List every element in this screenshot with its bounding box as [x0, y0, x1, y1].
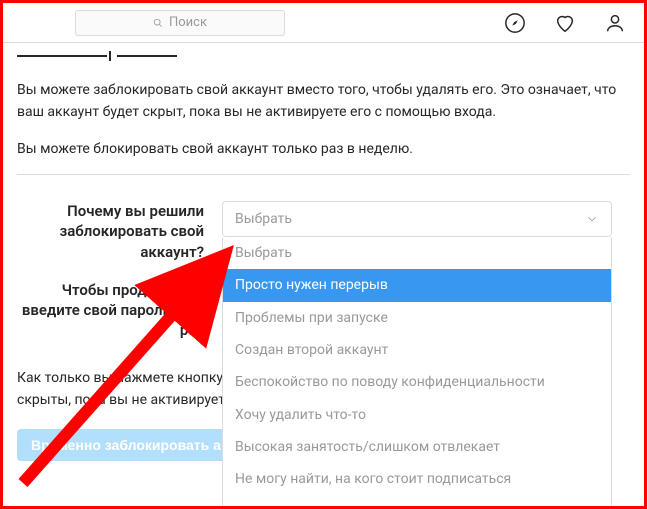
dropdown-option[interactable]: Слишком много рекламы [223, 496, 611, 509]
profile-icon[interactable] [604, 12, 626, 34]
reason-dropdown: ВыбратьПросто нужен перерывПроблемы при … [222, 237, 612, 509]
dropdown-option[interactable]: Высокая занятость/слишком отвлекает [223, 431, 611, 463]
page-heading-truncated [17, 49, 630, 65]
search-icon [153, 18, 163, 28]
top-bar: Поиск [3, 3, 644, 43]
dropdown-option[interactable]: Не могу найти, на кого стоит подписаться [223, 463, 611, 495]
dropdown-option[interactable]: Проблемы при запуске [223, 302, 611, 334]
nav-icons [504, 12, 626, 34]
search-input[interactable]: Поиск [75, 10, 285, 36]
search-placeholder: Поиск [169, 15, 207, 30]
dropdown-option[interactable]: Хочу удалить что-то [223, 399, 611, 431]
select-placeholder: Выбрать [235, 211, 292, 227]
info-paragraph-2: Вы можете блокировать свой аккаунт тольк… [17, 138, 630, 160]
dropdown-option[interactable]: Выбрать [223, 237, 611, 269]
dropdown-option[interactable]: Создан второй аккаунт [223, 334, 611, 366]
password-label: Чтобы продолжить, введите свой пароль ещ… [17, 280, 222, 341]
dropdown-option[interactable]: Беспокойство по поводу конфиденциальност… [223, 366, 611, 398]
explore-icon[interactable] [504, 12, 526, 34]
divider [17, 174, 630, 175]
dropdown-option[interactable]: Просто нужен перерыв [223, 269, 611, 301]
reason-label: Почему вы решили заблокировать свой акка… [17, 201, 222, 262]
chevron-down-icon [585, 212, 599, 226]
heart-icon[interactable] [554, 12, 576, 34]
info-paragraph-1: Вы можете заблокировать свой аккаунт вме… [17, 79, 630, 124]
reason-select[interactable]: Выбрать [222, 201, 612, 237]
